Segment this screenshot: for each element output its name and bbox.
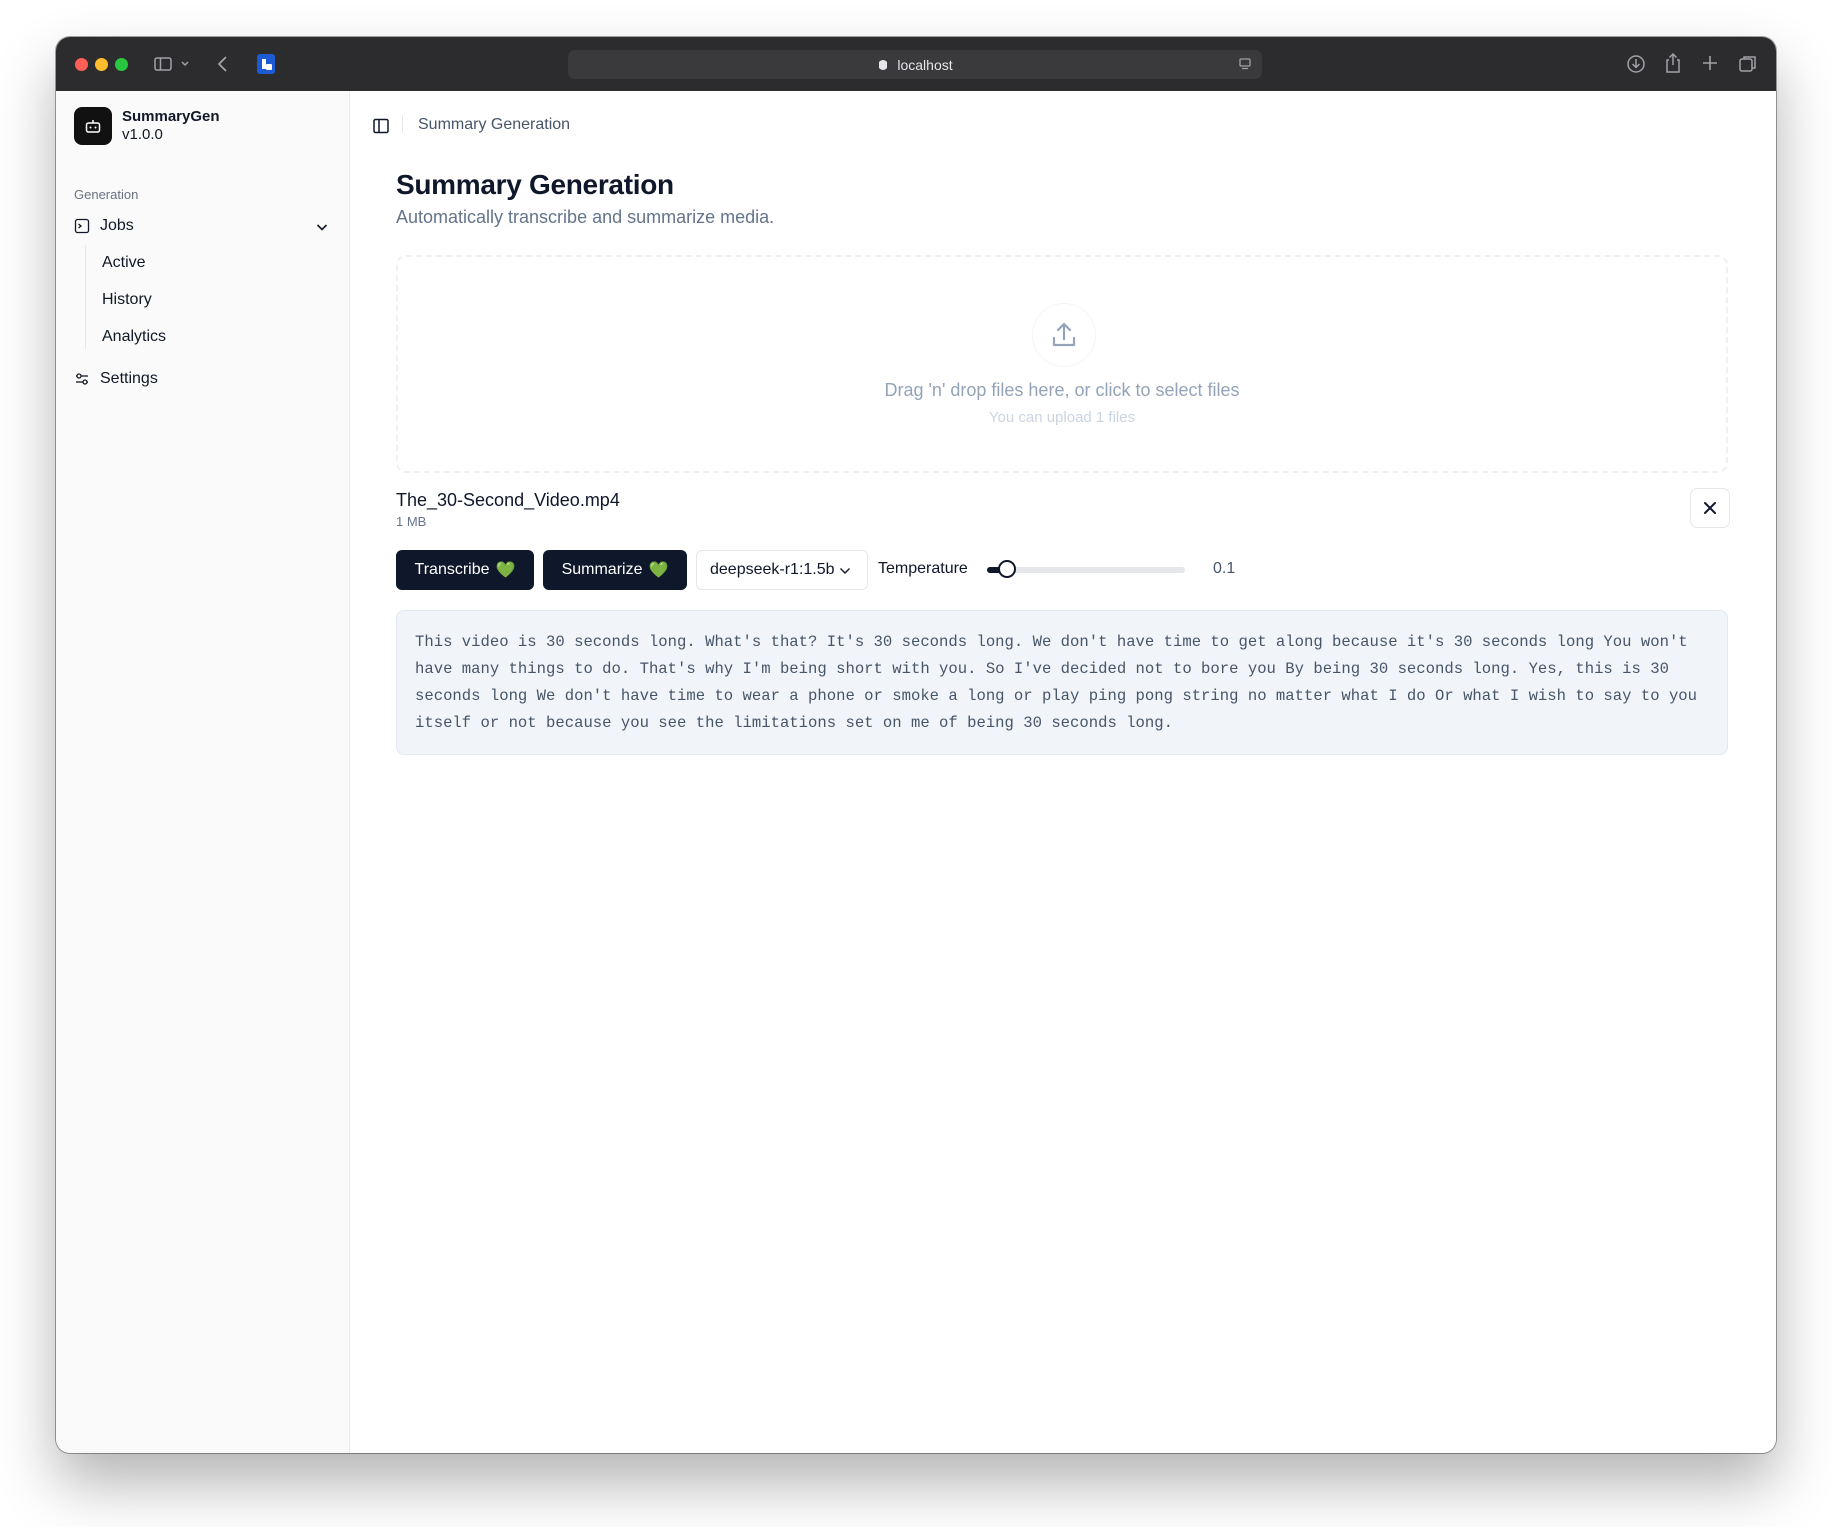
temperature-slider[interactable] bbox=[987, 560, 1185, 578]
sidebar-item-label: Settings bbox=[100, 370, 158, 387]
reader-icon[interactable] bbox=[1238, 57, 1252, 71]
maximize-window-button[interactable] bbox=[115, 58, 128, 71]
remove-file-button[interactable] bbox=[1690, 488, 1730, 528]
page-subtitle: Automatically transcribe and summarize m… bbox=[396, 207, 775, 227]
temperature-slider-thumb[interactable] bbox=[997, 560, 1016, 578]
browser-window: localhost SummaryGen v1.0.0 Generation J… bbox=[56, 37, 1776, 1453]
share-icon[interactable] bbox=[1664, 52, 1682, 74]
chevron-down-icon[interactable] bbox=[314, 219, 330, 235]
page-title: Summary Generation bbox=[396, 169, 674, 200]
model-select-value: deepseek-r1:1.5b bbox=[710, 561, 835, 578]
app-name: SummaryGen bbox=[122, 108, 220, 125]
summarize-button[interactable]: Summarize 💚 bbox=[543, 550, 687, 590]
file-dropzone[interactable]: Drag 'n' drop files here, or click to se… bbox=[396, 255, 1728, 473]
settings-sliders-icon bbox=[76, 373, 88, 385]
transcribe-label: Transcribe bbox=[414, 561, 490, 578]
new-tab-icon[interactable] bbox=[1701, 54, 1719, 72]
minimize-window-button[interactable] bbox=[95, 58, 108, 71]
main-content: Summary Generation Summary Generation Au… bbox=[350, 91, 1776, 1453]
sidebar: SummaryGen v1.0.0 Generation Jobs Active… bbox=[56, 91, 350, 1453]
sidebar-item-analytics[interactable]: Analytics bbox=[102, 328, 166, 346]
dropzone-subtext: You can upload 1 files bbox=[988, 409, 1136, 426]
url-text: localhost bbox=[897, 56, 953, 73]
sidebar-item-settings[interactable]: Settings bbox=[74, 370, 158, 388]
green-heart-icon: 💚 bbox=[648, 562, 669, 579]
temperature-value: 0.1 bbox=[1213, 560, 1236, 577]
sidebar-item-jobs[interactable]: Jobs bbox=[74, 217, 330, 235]
chevron-down-icon[interactable] bbox=[180, 60, 190, 68]
sidebar-item-history[interactable]: History bbox=[102, 291, 152, 309]
summarize-label: Summarize bbox=[561, 561, 643, 578]
group-label: Generation bbox=[74, 187, 139, 202]
address-bar[interactable]: localhost bbox=[568, 50, 1262, 79]
transcript-output: This video is 30 seconds long. What's th… bbox=[396, 610, 1728, 755]
site-icon bbox=[879, 59, 888, 70]
transcribe-button[interactable]: Transcribe 💚 bbox=[396, 550, 534, 590]
back-icon[interactable] bbox=[216, 54, 230, 74]
green-heart-icon: 💚 bbox=[495, 562, 516, 579]
panel-toggle-icon[interactable] bbox=[372, 117, 390, 135]
temperature-label: Temperature bbox=[878, 560, 968, 577]
tab-overview-icon[interactable] bbox=[1738, 54, 1758, 74]
close-window-button[interactable] bbox=[75, 58, 88, 71]
download-icon[interactable] bbox=[1626, 54, 1646, 74]
breadcrumb-separator bbox=[402, 115, 403, 133]
sidebar-toggle-icon[interactable] bbox=[153, 54, 173, 74]
sidebar-item-label: Jobs bbox=[100, 217, 134, 234]
app-version: v1.0.0 bbox=[122, 126, 163, 143]
sidebar-item-active[interactable]: Active bbox=[102, 254, 146, 272]
chevron-down-icon bbox=[840, 568, 850, 574]
extension-icon[interactable] bbox=[256, 53, 276, 75]
terminal-icon bbox=[74, 218, 90, 234]
browser-toolbar: localhost bbox=[56, 37, 1776, 92]
model-select[interactable]: deepseek-r1:1.5b bbox=[696, 550, 868, 590]
file-size: 1 MB bbox=[396, 514, 427, 529]
file-name: The_30-Second_Video.mp4 bbox=[396, 490, 620, 510]
dropzone-text: Drag 'n' drop files here, or click to se… bbox=[884, 380, 1240, 400]
submenu-divider bbox=[85, 245, 86, 349]
robot-icon bbox=[74, 107, 112, 145]
upload-icon bbox=[1032, 303, 1096, 367]
breadcrumb[interactable]: Summary Generation bbox=[418, 116, 570, 134]
brand[interactable]: SummaryGen v1.0.0 bbox=[74, 107, 220, 145]
close-icon bbox=[1704, 502, 1716, 514]
